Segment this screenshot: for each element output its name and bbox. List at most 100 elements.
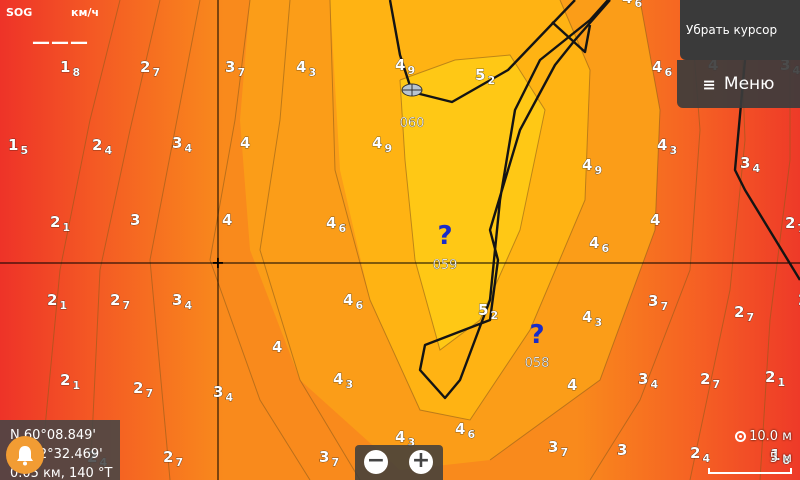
depth-meters: 1 xyxy=(60,58,70,76)
depth-meters: 4 xyxy=(333,370,343,388)
depth-meters: 1 xyxy=(8,136,18,154)
depth-sounding: 3 xyxy=(130,211,140,229)
depth-meters: 3 xyxy=(740,154,750,172)
menu-label: Меню xyxy=(723,74,775,94)
zoom-controls: − + xyxy=(355,445,443,480)
depth-decimeters: 3 xyxy=(308,66,316,79)
remove-cursor-label: Убрать курсор xyxy=(686,23,778,37)
depth-decimeters: 7 xyxy=(331,456,339,469)
depth-meters: 2 xyxy=(50,213,60,231)
depth-decimeters: 7 xyxy=(660,300,668,313)
depth-meters: 2 xyxy=(163,448,173,466)
depth-decimeters: 4 xyxy=(752,162,760,175)
depth-meters: 3 xyxy=(648,292,658,310)
depth-meters: 4 xyxy=(622,0,632,7)
depth-decimeters: 8 xyxy=(72,66,80,79)
depth-meters: 4 xyxy=(395,428,405,446)
depth-sounding: 4 xyxy=(567,376,577,394)
depth-decimeters: 4 xyxy=(225,391,233,404)
depth-meters: 4 xyxy=(222,211,232,229)
depth-decimeters: 4 xyxy=(184,142,192,155)
depth-meters: 2 xyxy=(690,444,700,462)
depth-meters: 5 xyxy=(475,66,485,84)
depth-sounding: 3 xyxy=(617,441,627,459)
depth-decimeters: 4 xyxy=(650,378,658,391)
depth-meters: 4 xyxy=(650,211,660,229)
zoom-out-button[interactable]: − xyxy=(364,450,388,474)
depth-meters: 4 xyxy=(657,136,667,154)
depth-decimeters: 5 xyxy=(20,144,28,157)
depth-decimeters: 7 xyxy=(712,378,720,391)
depth-meters: 3 xyxy=(638,370,648,388)
remove-cursor-button[interactable]: Убрать курсор xyxy=(680,0,800,60)
waypoint-icon-059[interactable]: ? xyxy=(437,221,452,251)
depth-decimeters: 7 xyxy=(746,311,754,324)
zoom-in-button[interactable]: + xyxy=(409,450,433,474)
depth-decimeters: 2 xyxy=(487,74,495,87)
depth-decimeters: 7 xyxy=(122,299,130,312)
depth-meters: 4 xyxy=(343,291,353,309)
depth-decimeters: 1 xyxy=(777,376,785,389)
depth-meters: 4 xyxy=(455,420,465,438)
depth-decimeters: 6 xyxy=(601,242,609,255)
depth-meters: 4 xyxy=(567,376,577,394)
depth-meters: 2 xyxy=(765,368,775,386)
depth-meters: 3 xyxy=(172,291,182,309)
depth-meters: 3 xyxy=(319,448,329,466)
scale-label: 5 м xyxy=(769,451,792,466)
depth-meters: 2 xyxy=(60,371,70,389)
depth-meters: 3 xyxy=(172,134,182,152)
depth-decimeters: 6 xyxy=(467,428,475,441)
depth-meters: 5 xyxy=(478,301,488,319)
depth-meters: 2 xyxy=(133,379,143,397)
depth-meters: 4 xyxy=(240,134,250,152)
depth-decimeters: 7 xyxy=(560,446,568,459)
depth-meters: 2 xyxy=(47,291,57,309)
sog-readout: SOG км/ч ——— xyxy=(6,6,99,52)
depth-decimeters: 7 xyxy=(237,66,245,79)
depth-meters: 4 xyxy=(272,338,282,356)
alarm-bell-button[interactable] xyxy=(6,436,44,474)
scale-bar-line xyxy=(708,468,792,474)
hamburger-icon: ≡ xyxy=(702,74,716,94)
depth-decimeters: 6 xyxy=(338,222,346,235)
depth-meters: 4 xyxy=(296,58,306,76)
depth-meters: 2 xyxy=(700,370,710,388)
depth-decimeters: 7 xyxy=(175,456,183,469)
depth-decimeters: 9 xyxy=(384,142,392,155)
depth-sounding: 4 xyxy=(240,134,250,152)
depth-meters: 3 xyxy=(225,58,235,76)
depth-decimeters: 6 xyxy=(634,0,642,10)
depth-decimeters: 4 xyxy=(184,299,192,312)
depth-decimeters: 1 xyxy=(72,379,80,392)
depth-meters: 4 xyxy=(395,56,405,74)
depth-meters: 4 xyxy=(582,308,592,326)
waypoint-label-059[interactable]: 059 xyxy=(432,258,458,273)
sog-value: ——— xyxy=(32,32,89,53)
depth-meters: 2 xyxy=(140,58,150,76)
menu-button[interactable]: ≡ Меню xyxy=(677,60,800,108)
cursor-center-icon: + xyxy=(211,253,224,272)
bell-icon xyxy=(17,446,33,466)
vessel-icon xyxy=(401,83,423,97)
depth-meters: 3 xyxy=(213,383,223,401)
depth-meters: 2 xyxy=(734,303,744,321)
depth-sounding: 4 xyxy=(222,211,232,229)
depth-decimeters: 3 xyxy=(594,316,602,329)
waypoint-label-058[interactable]: 058 xyxy=(524,356,550,371)
depth-meters: 4 xyxy=(582,156,592,174)
sog-unit: км/ч xyxy=(71,6,100,19)
depth-meters: 4 xyxy=(372,134,382,152)
depth-decimeters: 6 xyxy=(355,299,363,312)
depth-decimeters: 2 xyxy=(490,309,498,322)
depth-sounding: 4 xyxy=(650,211,660,229)
depth-meters: 3 xyxy=(548,438,558,456)
range-value: 10.0 м xyxy=(749,429,792,444)
depth-decimeters: 4 xyxy=(104,144,112,157)
waypoint-label-060[interactable]: 060 xyxy=(399,116,425,131)
depth-meters: 4 xyxy=(652,58,662,76)
scale-bar: 5 м xyxy=(708,451,792,474)
waypoint-icon-058[interactable]: ? xyxy=(529,320,544,350)
depth-decimeters: 1 xyxy=(59,299,67,312)
range-indicator: 10.0 м xyxy=(735,429,792,444)
